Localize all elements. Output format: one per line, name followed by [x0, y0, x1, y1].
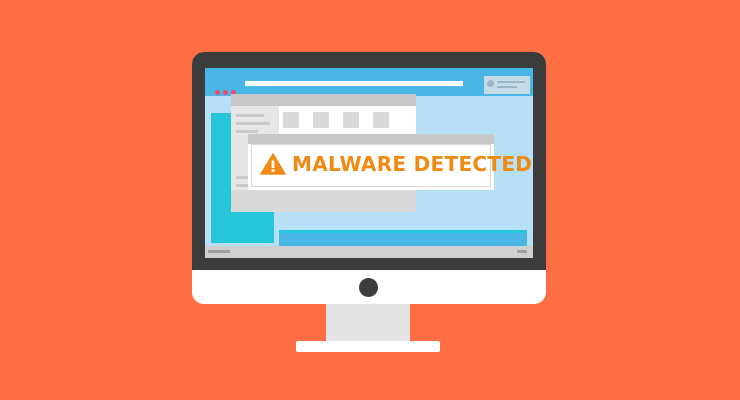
content-tile [343, 112, 359, 128]
power-button [359, 278, 378, 297]
window-footer [231, 190, 416, 212]
profile-line [497, 81, 525, 83]
alert-titlebar [248, 134, 494, 144]
avatar-icon [487, 80, 494, 87]
malware-alert-window: MALWARE DETECTED! [248, 134, 533, 190]
alert-body: MALWARE DETECTED! [251, 144, 533, 187]
sidebar-line [236, 114, 264, 117]
monitor-stand-base [296, 341, 440, 352]
monitor-screen: MALWARE DETECTED! [205, 68, 533, 258]
malware-alert-text: MALWARE DETECTED! [292, 152, 533, 176]
profile-card [484, 76, 530, 94]
close-dot-icon [215, 90, 220, 95]
sidebar-line [236, 130, 258, 133]
profile-line [497, 86, 517, 88]
minimize-dot-icon [223, 90, 228, 95]
sidebar-line [236, 122, 270, 125]
content-panel [279, 230, 527, 246]
status-indicator [208, 250, 230, 253]
status-bar [205, 246, 533, 258]
monitor-stand [326, 304, 410, 342]
warning-icon [260, 153, 286, 175]
content-tile [373, 112, 389, 128]
address-bar [245, 81, 463, 86]
content-tile [313, 112, 329, 128]
content-tile [283, 112, 299, 128]
status-indicator [517, 250, 527, 253]
